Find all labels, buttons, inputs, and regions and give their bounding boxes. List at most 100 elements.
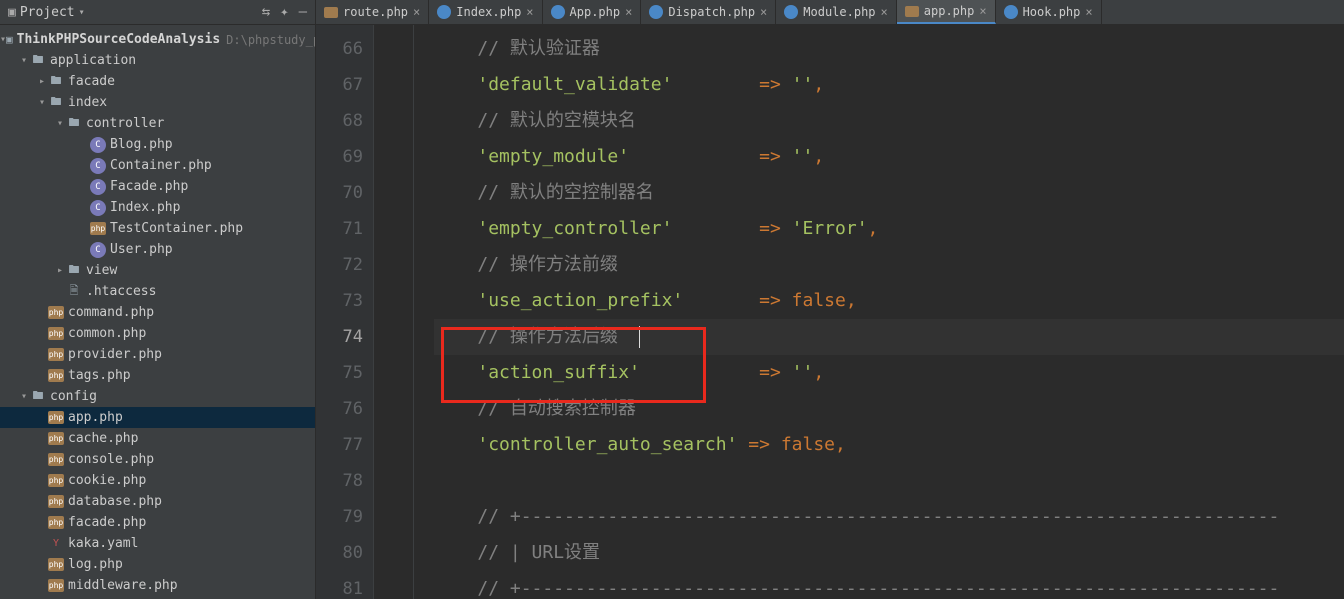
php-class-icon: C (90, 242, 106, 258)
tree-item-Container-php[interactable]: CContainer.php (0, 155, 315, 176)
caret-down-icon[interactable]: ▾ (18, 391, 30, 402)
tree-item-label: facade.php (68, 515, 146, 530)
php-file-icon: php (48, 579, 64, 592)
php-file-icon: php (48, 516, 64, 529)
tree-item-application[interactable]: ▾🖿application (0, 50, 315, 71)
code-area[interactable]: // 默认验证器 'default_validate' => '', // 默认… (414, 25, 1344, 599)
tab-App-php[interactable]: App.php× (543, 0, 642, 24)
line-number[interactable]: 67 (316, 67, 363, 103)
tree-item-middleware-php[interactable]: phpmiddleware.php (0, 575, 315, 596)
tree-item-common-php[interactable]: phpcommon.php (0, 323, 315, 344)
line-number[interactable]: 66 (316, 31, 363, 67)
code-line[interactable]: 'action_suffix' => '', (434, 355, 1344, 391)
project-name: ThinkPHPSourceCodeAnalysis (17, 32, 221, 47)
tab-Index-php[interactable]: Index.php× (429, 0, 542, 24)
minimize-icon[interactable]: — (299, 4, 307, 20)
tab-label: Dispatch.php (668, 5, 755, 19)
line-number[interactable]: 78 (316, 463, 363, 499)
tree-item-command-php[interactable]: phpcommand.php (0, 302, 315, 323)
tree-item-facade-php[interactable]: php facade.php (0, 512, 315, 533)
caret-right-icon[interactable]: ▸ (54, 265, 66, 276)
project-tree[interactable]: ▾ ▣ ThinkPHPSourceCodeAnalysis D:\phpstu… (0, 25, 315, 599)
tree-item-tags-php[interactable]: phptags.php (0, 365, 315, 386)
php-file-icon: php (48, 327, 64, 340)
tree-item-log-php[interactable]: phplog.php (0, 554, 315, 575)
line-gutter[interactable]: 66676869707172737475767778798081 (316, 25, 374, 599)
line-number[interactable]: 69 (316, 139, 363, 175)
php-class-icon: C (90, 158, 106, 174)
code-line[interactable]: // 默认验证器 (434, 31, 1344, 67)
yaml-icon: Y (48, 536, 64, 552)
line-number[interactable]: 75 (316, 355, 363, 391)
gear-icon[interactable]: ✦ (280, 4, 288, 20)
code-line[interactable]: 'controller_auto_search' => false, (434, 427, 1344, 463)
code-line[interactable]: 'empty_controller' => 'Error', (434, 211, 1344, 247)
code-line[interactable] (434, 463, 1344, 499)
tree-item-index[interactable]: ▾🖿index (0, 92, 315, 113)
tab-app-php[interactable]: app.php× (897, 0, 996, 24)
editor-tabbar[interactable]: route.php×Index.php×App.php×Dispatch.php… (316, 0, 1344, 25)
project-root[interactable]: ▾ ▣ ThinkPHPSourceCodeAnalysis D:\phpstu… (0, 29, 315, 50)
line-number[interactable]: 73 (316, 283, 363, 319)
code-line[interactable]: // +------------------------------------… (434, 499, 1344, 535)
tab-Dispatch-php[interactable]: Dispatch.php × (641, 0, 776, 24)
code-line[interactable]: // 默认的空控制器名 (434, 175, 1344, 211)
collapse-icon[interactable]: ⇆ (262, 4, 270, 20)
tree-item-label: cache.php (68, 431, 138, 446)
close-icon[interactable]: × (760, 5, 767, 19)
code-line[interactable]: // 默认的空模块名 (434, 103, 1344, 139)
dropdown-icon[interactable]: ▾ (79, 7, 85, 18)
line-number[interactable]: 72 (316, 247, 363, 283)
tree-item-TestContainer-php[interactable]: phpTestContainer.php (0, 218, 315, 239)
code-line[interactable]: // | URL设置 (434, 535, 1344, 571)
code-line[interactable]: 'use_action_prefix' => false, (434, 283, 1344, 319)
tree-item-database-php[interactable]: phpdatabase.php (0, 491, 315, 512)
tree-item-provider-php[interactable]: phpprovider.php (0, 344, 315, 365)
code-line[interactable]: 'default_validate' => '', (434, 67, 1344, 103)
code-line[interactable]: // +------------------------------------… (434, 571, 1344, 599)
tree-item-controller[interactable]: ▾🖿controller (0, 113, 315, 134)
close-icon[interactable]: × (1085, 5, 1092, 19)
caret-right-icon[interactable]: ▸ (36, 76, 48, 87)
line-number[interactable]: 68 (316, 103, 363, 139)
line-number[interactable]: 79 (316, 499, 363, 535)
code-line[interactable]: // 操作方法后缀 (434, 319, 1344, 355)
tree-item-kaka-yaml[interactable]: Ykaka.yaml (0, 533, 315, 554)
tree-item-User-php[interactable]: CUser.php (0, 239, 315, 260)
close-icon[interactable]: × (979, 4, 986, 18)
close-icon[interactable]: × (413, 5, 420, 19)
line-number[interactable]: 81 (316, 571, 363, 599)
tree-item-Blog-php[interactable]: CBlog.php (0, 134, 315, 155)
caret-down-icon[interactable]: ▾ (54, 118, 66, 129)
tab-route-php[interactable]: route.php× (316, 0, 429, 24)
tree-item-view[interactable]: ▸🖿view (0, 260, 315, 281)
tree-item-cache-php[interactable]: phpcache.php (0, 428, 315, 449)
code-line[interactable]: 'empty_module' => '', (434, 139, 1344, 175)
tree-item-app-php[interactable]: phpapp.php (0, 407, 315, 428)
tree-item-Facade-php[interactable]: CFacade.php (0, 176, 315, 197)
tree-item-facade[interactable]: ▸🖿facade (0, 71, 315, 92)
line-number[interactable]: 70 (316, 175, 363, 211)
line-number[interactable]: 74 (316, 319, 363, 355)
tab-Hook-php[interactable]: Hook.php× (996, 0, 1102, 24)
tree-item-console-php[interactable]: phpconsole.php (0, 449, 315, 470)
close-icon[interactable]: × (526, 5, 533, 19)
folder-icon: 🖿 (66, 263, 82, 279)
tree-item-config[interactable]: ▾🖿config (0, 386, 315, 407)
caret-down-icon[interactable]: ▾ (36, 97, 48, 108)
line-number[interactable]: 80 (316, 535, 363, 571)
close-icon[interactable]: × (625, 5, 632, 19)
close-icon[interactable]: × (881, 5, 888, 19)
code-line[interactable]: // 操作方法前缀 (434, 247, 1344, 283)
sidebar-title[interactable]: Project (20, 5, 75, 20)
project-path: D:\phpstudy_p (226, 33, 315, 47)
line-number[interactable]: 77 (316, 427, 363, 463)
tree-item--htaccess[interactable]: 🗎.htaccess (0, 281, 315, 302)
caret-down-icon[interactable]: ▾ (18, 55, 30, 66)
line-number[interactable]: 76 (316, 391, 363, 427)
tree-item-cookie-php[interactable]: phpcookie.php (0, 470, 315, 491)
tab-Module-php[interactable]: Module.php× (776, 0, 896, 24)
code-line[interactable]: // 自动搜索控制器 (434, 391, 1344, 427)
tree-item-Index-php[interactable]: CIndex.php (0, 197, 315, 218)
line-number[interactable]: 71 (316, 211, 363, 247)
